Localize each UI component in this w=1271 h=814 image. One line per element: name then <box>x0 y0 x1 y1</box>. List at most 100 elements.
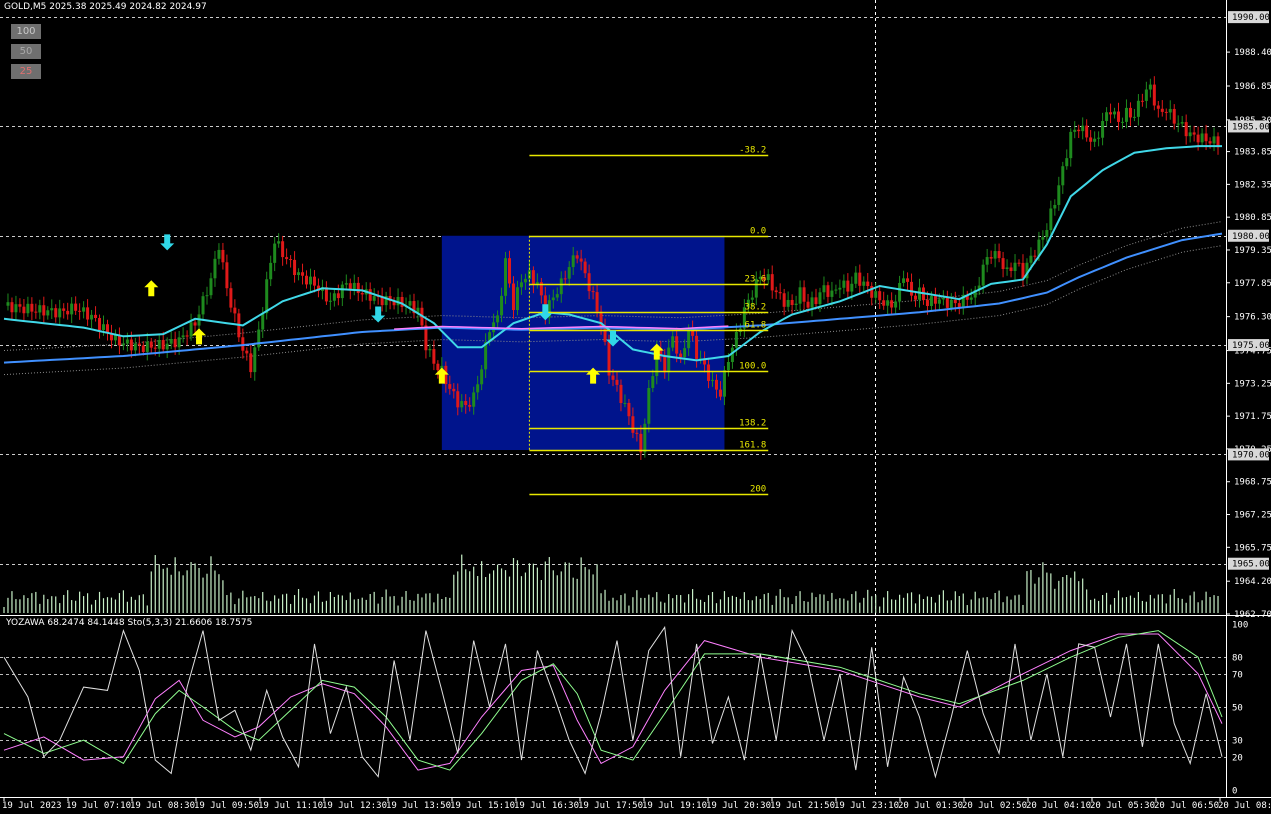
fib-level-label: 161.8 <box>739 441 766 451</box>
candle-body <box>790 299 794 306</box>
candle-body <box>141 345 145 352</box>
candle-body <box>46 310 50 316</box>
zoom-25-button[interactable]: 25 <box>11 64 41 79</box>
candle-body <box>452 388 456 392</box>
candle-body <box>1176 123 1180 125</box>
candle-body <box>695 335 699 359</box>
candle-body <box>579 258 583 262</box>
candle-body <box>1101 120 1105 138</box>
candle-body <box>308 276 312 285</box>
candle-body <box>838 287 842 290</box>
candle-body <box>1136 100 1140 117</box>
candle-body <box>1077 129 1081 132</box>
candle-body <box>1188 132 1192 137</box>
candle-body <box>611 375 615 380</box>
time-axis-label: 19 Jul 08:30 <box>130 801 195 811</box>
candle-body <box>86 307 90 320</box>
candle-body <box>997 251 1001 259</box>
candle-body <box>1029 255 1033 263</box>
candle-body <box>1097 137 1101 139</box>
candle-body <box>750 297 754 300</box>
candle-body <box>428 349 432 351</box>
candle-body <box>1152 84 1156 106</box>
candle-body <box>1164 111 1168 113</box>
candle-body <box>480 369 484 385</box>
oscillator-title: YOZAWA 68.2474 84.1448 Sto(5,3,3) 21.660… <box>6 618 253 628</box>
price-axis-label: 1967.25 <box>1234 511 1271 521</box>
candle-body <box>133 343 137 351</box>
zoom-50-button[interactable]: 50 <box>11 44 41 59</box>
candle-body <box>153 347 157 349</box>
candle-body <box>66 310 70 315</box>
candle-body <box>50 308 54 311</box>
candle-body <box>679 353 683 358</box>
candle-body <box>189 322 193 337</box>
candle-body <box>941 297 945 300</box>
arrow-down-icon <box>371 306 386 323</box>
candle-body <box>894 301 898 308</box>
candle-body <box>711 379 715 381</box>
candle-body <box>209 278 213 296</box>
candle-body <box>177 337 181 348</box>
time-axis-label: 19 Jul 17:50 <box>578 801 643 811</box>
candle-body <box>1073 129 1077 132</box>
candle-body <box>508 258 512 284</box>
candle-body <box>273 243 277 263</box>
candle-body <box>1105 112 1109 121</box>
candle-body <box>332 293 336 301</box>
candle-body <box>201 296 205 315</box>
candle-body <box>26 303 30 314</box>
candle-body <box>1204 133 1208 142</box>
zoom-100-button[interactable]: 100 <box>11 24 41 39</box>
candle-body <box>1049 208 1053 231</box>
candle-body <box>675 336 679 354</box>
osc-level-label: 80 <box>1232 654 1243 664</box>
candle-body <box>810 297 814 308</box>
candle-body <box>1208 141 1212 144</box>
candle-body <box>567 267 571 279</box>
candle-body <box>1065 158 1069 167</box>
candle-body <box>854 272 858 284</box>
candle-body <box>145 341 149 352</box>
candle-body <box>6 302 10 306</box>
candle-body <box>1033 255 1037 257</box>
candle-body <box>559 278 563 295</box>
candle-body <box>165 343 169 350</box>
candle-body <box>261 313 265 330</box>
candle-body <box>30 303 34 312</box>
time-axis-label: 19 Jul 15:10 <box>450 801 515 811</box>
candle-body <box>1124 107 1128 122</box>
candle-body <box>587 273 591 292</box>
candle-body <box>826 285 830 297</box>
candle-body <box>161 340 165 350</box>
price-axis-label: 1964.20 <box>1234 577 1271 587</box>
candle-body <box>448 384 452 389</box>
candle-body <box>14 304 18 313</box>
candle-body <box>531 270 535 285</box>
time-axis-label: 20 Jul 05:30 <box>1090 801 1155 811</box>
candle-body <box>818 292 822 305</box>
price-axis-label: 1983.85 <box>1234 148 1271 158</box>
candle-body <box>627 402 631 417</box>
fib-level-label: 100.0 <box>739 362 766 372</box>
candle-body <box>1089 137 1093 142</box>
chart-canvas[interactable]: -38.20.023.638.261.8100.0138.2161.820019… <box>0 0 1271 814</box>
candle-body <box>906 278 910 282</box>
candle-body <box>806 301 810 308</box>
candle-body <box>726 361 730 371</box>
candle-body <box>989 257 993 259</box>
candle-body <box>1168 108 1172 113</box>
candle-body <box>822 285 826 293</box>
candle-body <box>925 300 929 307</box>
stoch-signal-line <box>3 630 1223 771</box>
candle-body <box>257 329 261 348</box>
candle-body <box>253 347 257 373</box>
candle-body <box>181 335 185 338</box>
candle-body <box>1144 89 1148 101</box>
price-tag-label: 1985.00 <box>1232 122 1270 132</box>
candle-body <box>129 339 133 351</box>
candle-body <box>34 311 38 313</box>
candle-body <box>846 280 850 292</box>
candle-body <box>1160 108 1164 112</box>
candle-body <box>1184 122 1188 137</box>
